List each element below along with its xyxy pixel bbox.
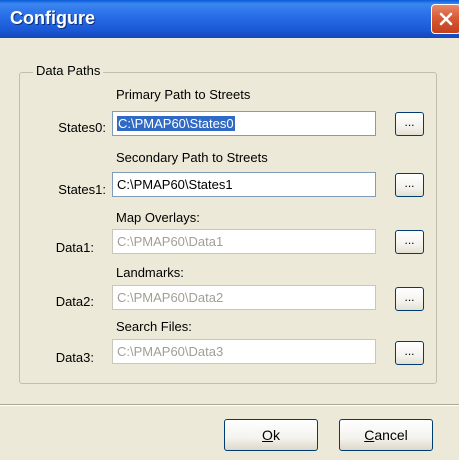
data1-path-input[interactable]: C:\PMAP60\Data1 [112, 229, 376, 254]
states1-path-input[interactable]: C:\PMAP60\States1 [112, 172, 376, 197]
states0-browse-button[interactable]: ... [395, 112, 424, 136]
title-bar[interactable]: Configure [0, 0, 459, 38]
data1-label: Data1: [55, 240, 94, 255]
configure-dialog: Configure Data Paths Primary Path to Str… [0, 0, 459, 460]
window-title: Configure [10, 8, 95, 28]
data3-browse-button[interactable]: ... [395, 341, 424, 365]
states1-browse-button[interactable]: ... [395, 173, 424, 197]
search-files-heading: Search Files: [116, 319, 192, 334]
data1-browse-button[interactable]: ... [395, 230, 424, 254]
data-paths-label: Data Paths [33, 63, 104, 78]
close-button[interactable] [431, 4, 459, 34]
ok-label-rest: k [272, 427, 280, 443]
ok-accel: O [262, 427, 273, 443]
states0-label: States0: [58, 120, 106, 135]
cancel-label-rest: ancel [374, 427, 408, 443]
secondary-path-heading: Secondary Path to Streets [116, 150, 268, 165]
states0-path-input[interactable]: C:\PMAP60\States0 [112, 111, 376, 136]
dialog-separator [0, 404, 459, 406]
data2-browse-button[interactable]: ... [395, 287, 424, 311]
data2-path-input[interactable]: C:\PMAP60\Data2 [112, 285, 376, 310]
data3-label: Data3: [55, 350, 94, 365]
map-overlays-heading: Map Overlays: [116, 210, 200, 225]
landmarks-heading: Landmarks: [116, 265, 184, 280]
close-icon [439, 12, 453, 26]
cancel-accel: C [364, 427, 375, 443]
data3-path-input[interactable]: C:\PMAP60\Data3 [112, 339, 376, 364]
states1-label: States1: [58, 182, 106, 197]
states0-path-value: C:\PMAP60\States0 [117, 116, 235, 131]
cancel-button[interactable]: Cancel [339, 419, 433, 451]
primary-path-heading: Primary Path to Streets [116, 87, 251, 102]
ok-button[interactable]: Ok [224, 419, 318, 451]
data2-label: Data2: [55, 294, 94, 309]
